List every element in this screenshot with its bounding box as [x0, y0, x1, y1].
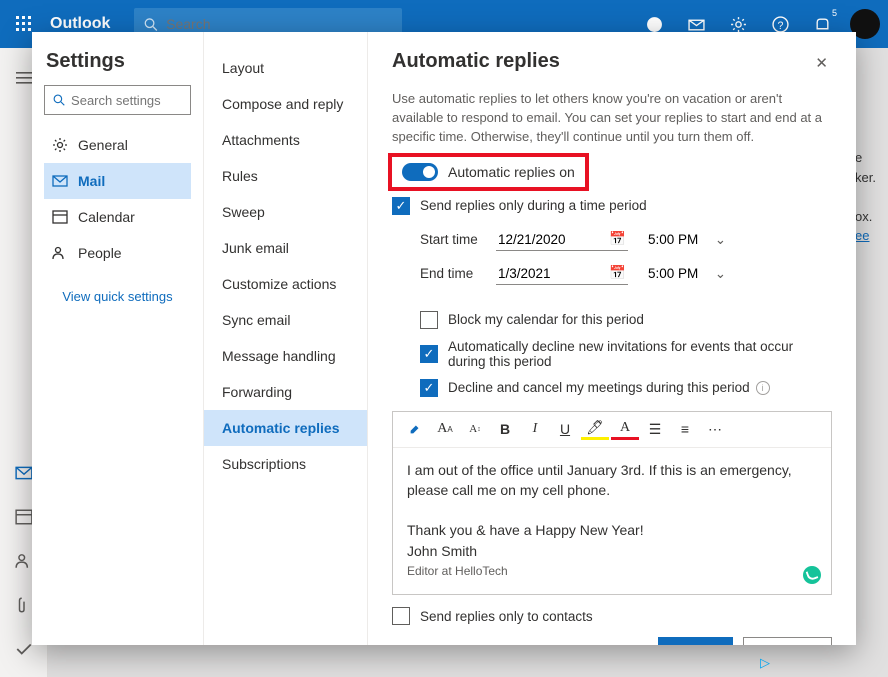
discard-button[interactable]: Discard: [743, 637, 832, 645]
category-calendar[interactable]: Calendar: [44, 199, 191, 235]
toggle-highlight-box: Automatic replies on: [388, 153, 589, 191]
grammarly-icon[interactable]: [803, 566, 821, 584]
subnav-attachments[interactable]: Attachments: [204, 122, 367, 158]
automatic-replies-toggle[interactable]: [402, 163, 438, 181]
message-line: John Smith: [407, 541, 817, 561]
message-line: Thank you & have a Happy New Year!: [407, 520, 817, 540]
editor-body[interactable]: I am out of the office until January 3rd…: [393, 448, 831, 595]
italic-button[interactable]: I: [521, 415, 549, 443]
people-icon: [52, 245, 68, 261]
calendar-icon: 📅: [609, 265, 626, 281]
cancel-meetings-label: Decline and cancel my meetings during th…: [448, 380, 750, 395]
editor-toolbar: AA A↕ B I U 🖊 A ☰ ≡ ⋯: [393, 412, 831, 448]
subnav-forwarding[interactable]: Forwarding: [204, 374, 367, 410]
search-icon: [53, 93, 65, 107]
subnav-subscriptions[interactable]: Subscriptions: [204, 446, 367, 482]
start-time-input[interactable]: 5:00 PM ⌄: [646, 229, 728, 251]
bold-button[interactable]: B: [491, 415, 519, 443]
bullet-list-button[interactable]: ☰: [641, 415, 669, 443]
toggle-label: Automatic replies on: [448, 164, 575, 180]
settings-categories-panel: Settings General Mail Calendar People Vi…: [32, 32, 204, 645]
view-quick-settings-link[interactable]: View quick settings: [44, 289, 191, 304]
brand-label: Outlook: [50, 15, 110, 33]
block-calendar-label: Block my calendar for this period: [448, 312, 644, 327]
subnav-junk[interactable]: Junk email: [204, 230, 367, 266]
background-text: e ker. ox. ee: [855, 148, 876, 246]
category-label: Mail: [78, 173, 105, 189]
category-label: People: [78, 245, 122, 261]
settings-detail-panel: Automatic replies ✕ Use automatic replie…: [368, 32, 856, 645]
reply-editor: AA A↕ B I U 🖊 A ☰ ≡ ⋯ I am out of the of…: [392, 411, 832, 596]
search-settings-input[interactable]: [71, 93, 182, 108]
number-list-button[interactable]: ≡: [671, 415, 699, 443]
start-time-label: Start time: [420, 232, 496, 247]
info-icon[interactable]: i: [756, 381, 770, 395]
start-date-input[interactable]: 12/21/2020 📅: [496, 228, 628, 251]
decline-new-label: Automatically decline new invitations fo…: [448, 339, 832, 369]
time-period-checkbox[interactable]: [392, 197, 410, 215]
block-calendar-checkbox[interactable]: [420, 311, 438, 329]
subnav-rules[interactable]: Rules: [204, 158, 367, 194]
font-size-down-icon[interactable]: A↕: [461, 415, 489, 443]
detail-title: Automatic replies: [392, 50, 560, 73]
settings-title: Settings: [44, 50, 191, 73]
font-size-up-icon[interactable]: AA: [431, 415, 459, 443]
time-period-label: Send replies only during a time period: [420, 198, 647, 213]
calendar-icon: [52, 209, 68, 225]
close-button[interactable]: ✕: [811, 50, 832, 76]
contacts-only-checkbox[interactable]: [392, 607, 410, 625]
pin-icon[interactable]: [401, 415, 429, 443]
end-time-input[interactable]: 5:00 PM ⌄: [646, 263, 728, 285]
save-button[interactable]: Save: [658, 637, 733, 645]
settings-modal: Settings General Mail Calendar People Vi…: [32, 32, 856, 645]
subnav-message-handling[interactable]: Message handling: [204, 338, 367, 374]
mail-icon: [52, 173, 68, 189]
category-people[interactable]: People: [44, 235, 191, 271]
category-mail[interactable]: Mail: [44, 163, 191, 199]
highlight-button[interactable]: 🖊: [581, 418, 609, 440]
decline-new-checkbox[interactable]: [420, 345, 438, 363]
category-general[interactable]: General: [44, 127, 191, 163]
global-search-input[interactable]: [166, 16, 392, 32]
help-text: Use automatic replies to let others know…: [392, 90, 832, 147]
gear-icon: [52, 137, 68, 153]
subnav-sync[interactable]: Sync email: [204, 302, 367, 338]
calendar-icon: 📅: [609, 231, 626, 247]
font-color-button[interactable]: A: [611, 418, 639, 440]
end-date-input[interactable]: 1/3/2021 📅: [496, 262, 628, 285]
chevron-down-icon: ⌄: [715, 232, 726, 248]
footer-buttons: Save Discard: [392, 625, 832, 645]
search-icon: [144, 17, 158, 32]
end-time-label: End time: [420, 266, 496, 281]
underline-button[interactable]: U: [551, 415, 579, 443]
subnav-compose[interactable]: Compose and reply: [204, 86, 367, 122]
category-label: General: [78, 137, 128, 153]
ad-marker-icon[interactable]: ▷: [760, 655, 770, 671]
subnav-sweep[interactable]: Sweep: [204, 194, 367, 230]
subnav-layout[interactable]: Layout: [204, 50, 367, 86]
category-label: Calendar: [78, 209, 135, 225]
search-settings-box[interactable]: [44, 85, 191, 115]
more-formatting-button[interactable]: ⋯: [701, 415, 729, 443]
subnav-customize[interactable]: Customize actions: [204, 266, 367, 302]
notification-badge: 5: [832, 8, 837, 18]
cancel-meetings-checkbox[interactable]: [420, 379, 438, 397]
settings-subnav-panel: Layout Compose and reply Attachments Rul…: [204, 32, 368, 645]
subnav-automatic-replies[interactable]: Automatic replies: [204, 410, 367, 446]
contacts-only-label: Send replies only to contacts: [420, 609, 593, 624]
signature-line: Editor at HelloTech: [407, 563, 817, 580]
svg-text:?: ?: [777, 19, 783, 31]
chevron-down-icon: ⌄: [715, 266, 726, 282]
message-line: I am out of the office until January 3rd…: [407, 460, 817, 501]
